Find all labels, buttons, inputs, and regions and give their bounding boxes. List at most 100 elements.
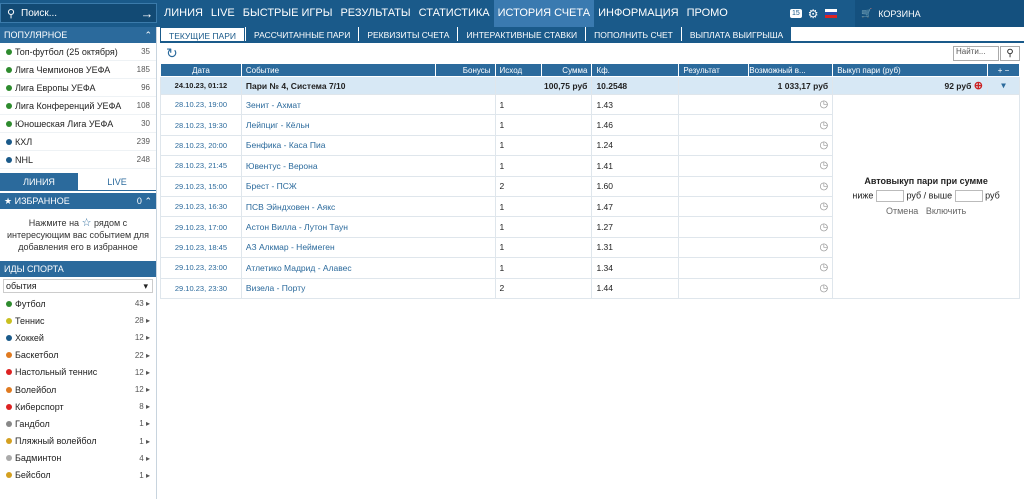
tab-item[interactable]: ТЕКУЩИЕ ПАРИ	[160, 27, 245, 41]
autobuy-enable-button[interactable]: Включить	[926, 206, 966, 216]
row-date: 29.10.23, 23:00	[160, 257, 242, 279]
row-event[interactable]: Астон Вилла - Лутон Таун	[240, 216, 496, 238]
popular-item-label: Лига Европы УЕФА	[15, 82, 96, 93]
row-outcome: 1	[494, 114, 593, 136]
nav-item[interactable]: СТАТИСТИКА	[415, 0, 494, 27]
sport-item[interactable]: Гандбол 1 ▸	[0, 415, 156, 432]
flag-icon[interactable]	[824, 9, 837, 18]
table-row[interactable]: 28.10.23, 19:00 Зенит - Ахмат 1 1.43 ◷ Автовы…	[160, 93, 1020, 299]
nav-item[interactable]: ИСТОРИЯ СЧЕТА	[493, 0, 595, 27]
top-controls: 15 ⚙	[790, 0, 837, 27]
sport-item[interactable]: Теннис 28 ▸	[0, 312, 156, 329]
row-event[interactable]: Визела - Порту	[240, 277, 496, 299]
line-live-tabs: ЛИНИЯ LIVE	[0, 173, 156, 191]
sport-item[interactable]: Пляжный волейбол 1 ▸	[0, 433, 156, 450]
tab-item[interactable]: РАССЧИТАННЫЕ ПАРИ	[245, 27, 359, 41]
row-event[interactable]: Ювентус - Верона	[240, 155, 496, 177]
tab-item[interactable]: ИНТЕРАКТИВНЫЕ СТАВКИ	[458, 27, 586, 41]
sport-item[interactable]: Хоккей 12 ▸	[0, 329, 156, 346]
sport-label: Пляжный волейбол	[15, 436, 97, 447]
nav-item[interactable]: ПРОМО	[683, 0, 732, 27]
find-input[interactable]: Найти...	[953, 46, 999, 61]
row-coef: 1.44	[591, 277, 680, 299]
tab-item[interactable]: РЕКВИЗИТЫ СЧЕТА	[359, 27, 458, 41]
popular-item[interactable]: КХЛ 239	[0, 133, 156, 151]
search-input[interactable]: Поиск...	[21, 8, 138, 19]
arrow-right-icon[interactable]: →	[138, 6, 156, 21]
row-outcome: 1	[494, 257, 593, 279]
popular-header[interactable]: ПОПУЛЯРНОЕ ⌃	[0, 27, 156, 43]
popular-item[interactable]: Лига Европы УЕФА 96	[0, 79, 156, 97]
popular-item[interactable]: NHL 248	[0, 151, 156, 169]
row-event[interactable]: Атлетико Мадрид - Алавес	[240, 257, 496, 279]
popular-item[interactable]: Лига Конференций УЕФА 108	[0, 97, 156, 115]
row-event[interactable]: ПСВ Эйндховен - Аякс	[240, 195, 496, 218]
favorites-header[interactable]: ★ ИЗБРАННОЕ 0 ⌃	[0, 193, 156, 209]
chevron-up-icon[interactable]: ⌃	[144, 30, 152, 41]
autobuy-below-input[interactable]	[875, 190, 904, 203]
tab-line[interactable]: ЛИНИЯ	[0, 173, 78, 191]
sport-icon	[6, 472, 12, 479]
notification-badge[interactable]: 15	[790, 9, 802, 18]
col-bonus: Бонусы	[434, 63, 496, 77]
chevron-right-icon: ▸	[145, 333, 150, 343]
bet-summary-row[interactable]: 24.10.23, 01:12 Пари № 4, Система 7/10 1…	[160, 76, 1021, 95]
minus-icon[interactable]: −	[1005, 66, 1010, 75]
popular-item-count: 185	[136, 65, 150, 74]
sport-icon	[6, 66, 12, 73]
chevron-right-icon: ▸	[145, 453, 150, 463]
search-box[interactable]: ⚲ Поиск... →	[0, 3, 157, 23]
popular-item[interactable]: Лига Чемпионов УЕФА 185	[0, 61, 156, 79]
sport-item[interactable]: Футбол 43 ▸	[0, 295, 156, 312]
row-event[interactable]: Зенит - Ахмат	[240, 93, 496, 116]
chevron-right-icon: ▸	[145, 470, 150, 480]
row-outcome: 1	[494, 216, 593, 238]
tab-live[interactable]: LIVE	[78, 173, 156, 191]
autobuy-above-input[interactable]	[954, 190, 983, 203]
clock-icon: ◷	[678, 216, 834, 238]
row-date: 29.10.23, 17:00	[160, 216, 242, 238]
tab-item[interactable]: ПОПОЛНИТЬ СЧЕТ	[586, 27, 681, 41]
row-event[interactable]: Брест - ПСЖ	[240, 175, 496, 197]
sport-item[interactable]: Волейбол 12 ▸	[0, 381, 156, 398]
row-event[interactable]: АЗ Алкмар - Неймеген	[240, 236, 496, 259]
row-event[interactable]: Лейпциг - Кёльн	[240, 114, 496, 136]
clock-icon: ◷	[678, 277, 834, 299]
nav-item[interactable]: ЛИНИЯ	[160, 0, 207, 27]
search-icon[interactable]: ⚲	[1000, 46, 1020, 61]
nav-item[interactable]: ИНФОРМАЦИЯ	[594, 0, 682, 27]
sport-item[interactable]: Бейсбол 1 ▸	[0, 467, 156, 484]
col-buyout: Выкуп пари (руб)	[832, 63, 988, 77]
sport-item[interactable]: Баскетбол 22 ▸	[0, 347, 156, 364]
sport-icon	[6, 420, 12, 427]
popular-item-count: 35	[141, 47, 150, 56]
chevron-up-icon[interactable]: ⌃	[144, 196, 152, 206]
sport-count: 12	[134, 385, 144, 395]
expand-icon[interactable]: ▾	[986, 76, 1021, 95]
row-outcome: 2	[494, 277, 593, 299]
tab-item[interactable]: ВЫПЛАТА ВЫИГРЫША	[681, 27, 792, 41]
plus-icon[interactable]: +	[998, 66, 1003, 75]
events-select[interactable]: обытия ▾	[3, 279, 153, 293]
popular-item[interactable]: Топ-футбол (25 октября) 35	[0, 43, 156, 61]
buyout-icon[interactable]: ⊕	[974, 80, 983, 92]
row-event[interactable]: Бенфика - Каса Пиа	[240, 134, 496, 157]
popular-item[interactable]: Юношеская Лига УЕФА 30	[0, 115, 156, 133]
clock-icon: ◷	[678, 93, 834, 116]
sport-item[interactable]: Киберспорт 8 ▸	[0, 398, 156, 415]
gear-icon[interactable]: ⚙	[808, 7, 819, 21]
cart-icon: 🛒	[861, 8, 873, 18]
col-event: Событие	[240, 63, 436, 77]
nav-item[interactable]: БЫСТРЫЕ ИГРЫ	[239, 0, 337, 27]
buyout-value: 92 руб	[944, 81, 972, 91]
clock-icon: ◷	[678, 257, 834, 279]
sport-icon	[6, 369, 12, 376]
autobuy-cancel-button[interactable]: Отмена	[886, 206, 918, 216]
sport-item[interactable]: Бадминтон 4 ▸	[0, 450, 156, 467]
cart-button[interactable]: 🛒 КОРЗИНА	[855, 0, 1024, 27]
rub-label: руб	[985, 190, 1000, 201]
sport-item[interactable]: Настольный теннис 12 ▸	[0, 364, 156, 381]
nav-item[interactable]: LIVE	[207, 0, 239, 27]
nav-item[interactable]: РЕЗУЛЬТАТЫ	[336, 0, 414, 27]
refresh-icon[interactable]: ↻	[166, 45, 178, 62]
